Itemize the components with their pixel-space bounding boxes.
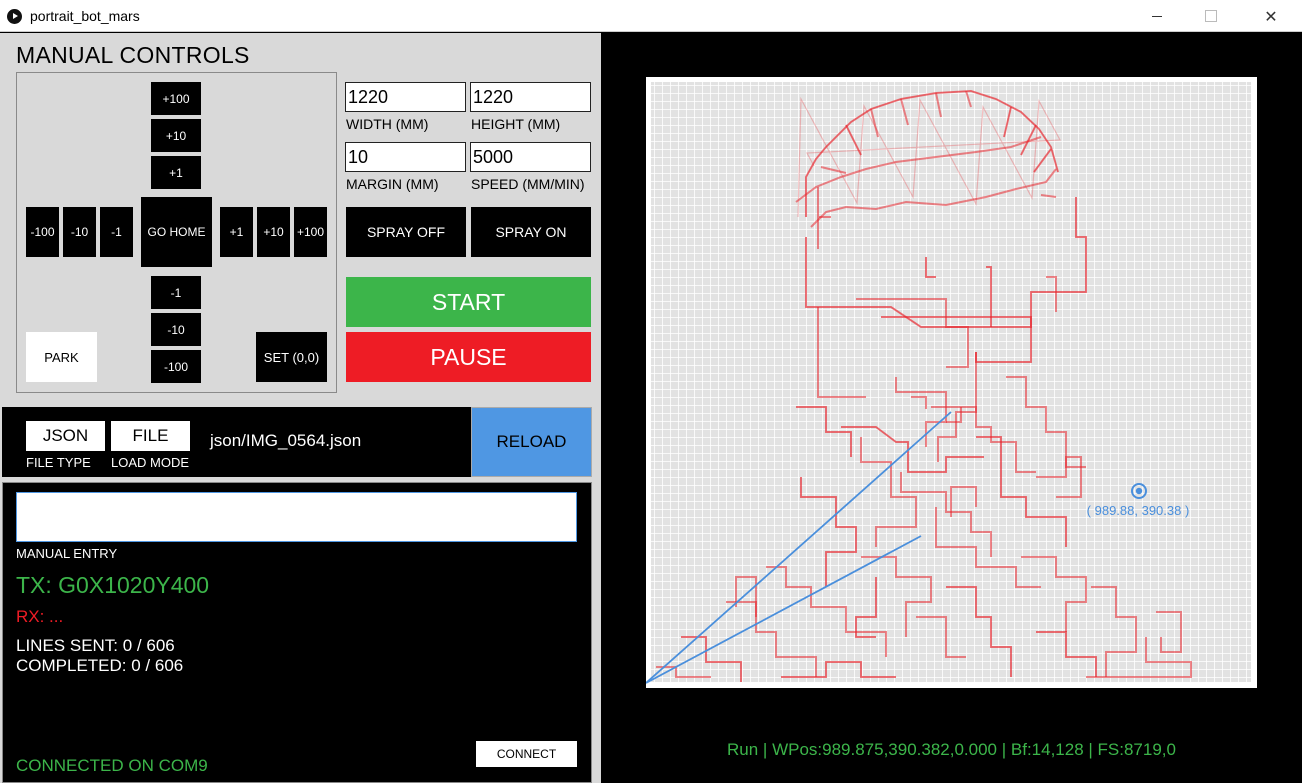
manual-entry-input[interactable] bbox=[16, 492, 577, 542]
speed-input[interactable]: 5000 bbox=[470, 142, 591, 172]
window-title: portrait_bot_mars bbox=[30, 8, 140, 24]
lines-sent: LINES SENT: 0 / 606 bbox=[16, 636, 175, 655]
control-panel: MANUAL CONTROLS +100 +10 +1 -100 -10 -1 … bbox=[0, 33, 601, 783]
maximize-icon[interactable] bbox=[1188, 0, 1234, 32]
jog-left-100-button[interactable]: -100 bbox=[26, 207, 59, 257]
close-icon[interactable]: ✕ bbox=[1248, 0, 1294, 32]
jog-right-1-button[interactable]: +1 bbox=[220, 207, 253, 257]
set-origin-button[interactable]: SET (0,0) bbox=[256, 332, 327, 382]
jog-left-10-button[interactable]: -10 bbox=[63, 207, 96, 257]
app-icon bbox=[7, 9, 22, 24]
jog-down-10-button[interactable]: -10 bbox=[151, 313, 201, 346]
jog-up-1-button[interactable]: +1 bbox=[151, 156, 201, 189]
jog-left-1-button[interactable]: -1 bbox=[100, 207, 133, 257]
height-label: HEIGHT (MM) bbox=[471, 116, 561, 132]
jog-right-10-button[interactable]: +10 bbox=[257, 207, 290, 257]
jog-up-10-button[interactable]: +10 bbox=[151, 119, 201, 152]
title-bar: portrait_bot_mars ✕ bbox=[0, 0, 1302, 32]
jog-up-100-button[interactable]: +100 bbox=[151, 82, 201, 115]
start-button[interactable]: START bbox=[346, 277, 591, 327]
jog-pad: +100 +10 +1 -100 -10 -1 GO HOME +1 +10 +… bbox=[16, 72, 337, 393]
pause-button[interactable]: PAUSE bbox=[346, 332, 591, 382]
minimize-icon[interactable] bbox=[1134, 0, 1180, 32]
preview-panel: ( 989.88, 390.38 ) Run | WPos:989.875,39… bbox=[601, 33, 1302, 783]
cursor-readout: ( 989.88, 390.38 ) bbox=[1087, 503, 1190, 518]
jog-down-100-button[interactable]: -100 bbox=[151, 350, 201, 383]
connect-button[interactable]: CONNECT bbox=[476, 741, 577, 767]
manual-entry-label: MANUAL ENTRY bbox=[16, 546, 118, 561]
drawing-canvas[interactable]: ( 989.88, 390.38 ) bbox=[645, 77, 1257, 688]
connection-status: CONNECTED ON COM9 bbox=[16, 756, 208, 775]
file-path: json/IMG_0564.json bbox=[210, 431, 362, 450]
cursor-dot bbox=[1135, 487, 1143, 495]
file-type-label: FILE TYPE bbox=[26, 455, 91, 470]
speed-label: SPEED (MM/MIN) bbox=[471, 176, 585, 192]
height-input[interactable]: 1220 bbox=[470, 82, 591, 112]
plot-preview: ( 989.88, 390.38 ) bbox=[645, 82, 1251, 684]
file-type-toggle[interactable]: JSON bbox=[26, 421, 105, 451]
park-button[interactable]: PARK bbox=[26, 332, 97, 382]
width-label: WIDTH (MM) bbox=[346, 116, 429, 132]
grid-background bbox=[651, 82, 1251, 682]
load-mode-label: LOAD MODE bbox=[111, 455, 190, 470]
margin-label: MARGIN (MM) bbox=[346, 176, 439, 192]
load-mode-toggle[interactable]: FILE bbox=[111, 421, 190, 451]
width-input[interactable]: 1220 bbox=[345, 82, 466, 112]
spray-on-button[interactable]: SPRAY ON bbox=[471, 207, 591, 257]
go-home-button[interactable]: GO HOME bbox=[141, 197, 212, 267]
jog-down-1-button[interactable]: -1 bbox=[151, 276, 201, 309]
tx-line: TX: G0X1020Y400 bbox=[16, 572, 210, 598]
reload-button[interactable]: RELOAD bbox=[471, 407, 592, 477]
lines-completed: COMPLETED: 0 / 606 bbox=[16, 656, 184, 675]
machine-status: Run | WPos:989.875,390.382,0.000 | Bf:14… bbox=[727, 740, 1176, 759]
file-bar: JSON FILE TYPE FILE LOAD MODE json/IMG_0… bbox=[2, 407, 592, 477]
rx-line: RX: ... bbox=[16, 607, 64, 626]
manual-controls-title: MANUAL CONTROLS bbox=[16, 42, 250, 68]
serial-console: MANUAL ENTRY TX: G0X1020Y400 RX: ... LIN… bbox=[2, 482, 592, 783]
jog-right-100-button[interactable]: +100 bbox=[294, 207, 327, 257]
spray-off-button[interactable]: SPRAY OFF bbox=[346, 207, 466, 257]
margin-input[interactable]: 10 bbox=[345, 142, 466, 172]
